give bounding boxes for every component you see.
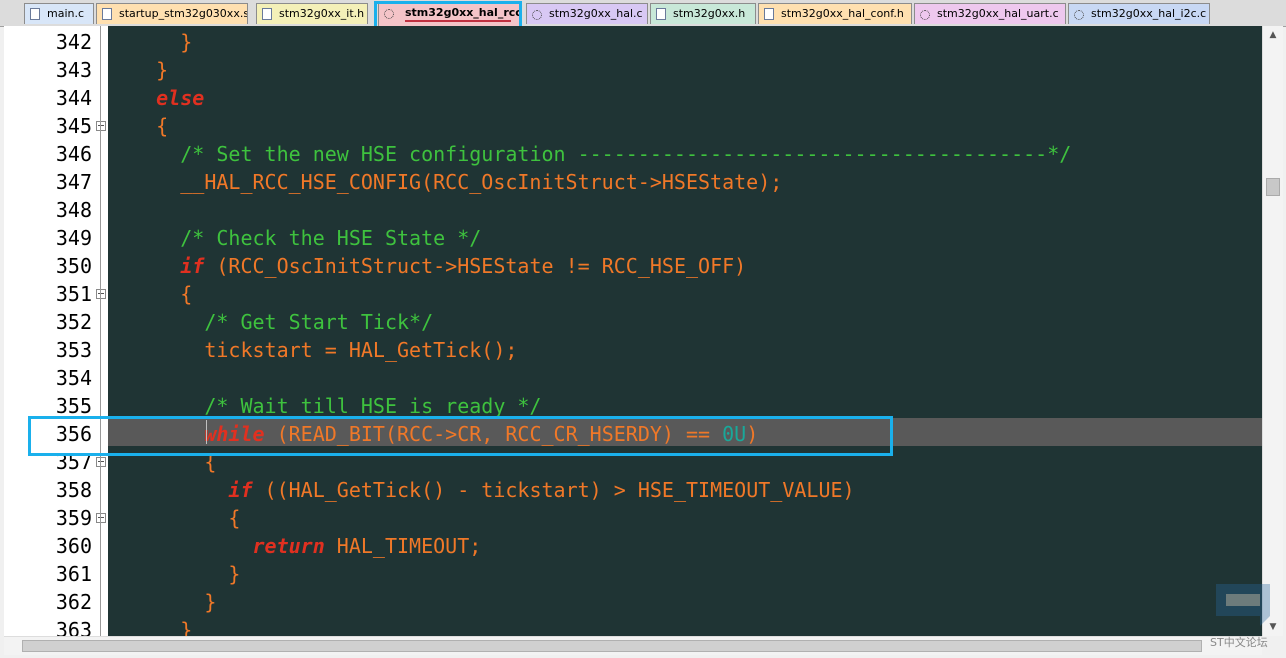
fold-toggle-icon[interactable] [96,457,106,467]
vertical-scroll-thumb[interactable] [1266,178,1280,196]
code-line[interactable]: /* Set the new HSE configuration -------… [108,140,1071,168]
comment: /* Wait till HSE is ready */ [204,394,542,418]
tab-stm32g0xx-it-h[interactable]: stm32g0xx_it.h [256,3,368,24]
file-icon [102,8,112,20]
line-number: 344 [55,86,92,110]
horizontal-scroll-thumb[interactable] [22,640,1202,652]
code-line[interactable]: /* Check the HSE State */ [108,224,481,252]
keyword: if [228,478,253,502]
line-number: 343 [55,58,92,82]
watermark-text: ST中文论坛 [1210,636,1268,649]
line-number: 360 [55,534,92,558]
tab-stm32g0xx-hal-uart-c[interactable]: stm32g0xx_hal_uart.c [914,3,1066,24]
tab-label: stm32g0xx_hal_i2c.c [1091,7,1207,20]
tab-stm32g0xx-hal-c[interactable]: stm32g0xx_hal.c [526,3,648,24]
tab-label: stm32g0xx_hal.c [549,7,643,20]
tab-label: stm32g0xx.h [673,7,746,20]
tab-label: stm32g0xx_it.h [279,7,365,20]
line-number: 352 [55,310,92,334]
tab-label: main.c [47,7,85,20]
keyword: return [252,534,325,558]
line-number: 346 [55,142,92,166]
line-number-gutter: 342 343 344 345 346 347 348 349 350 351 352 353 354 3… [4,26,108,636]
watermark-logo-icon [1216,584,1270,626]
fold-toggle-icon[interactable] [96,513,106,523]
fold-toggle-icon[interactable] [96,121,106,131]
line-number: 363 [55,618,92,636]
modified-file-icon [920,10,930,20]
line-number: 354 [55,366,92,390]
line-number: 350 [55,254,92,278]
line-number: 359 [55,506,92,530]
tab-main-c[interactable]: main.c [24,3,94,24]
file-icon [262,8,272,20]
code-line[interactable]: tickstart = HAL_GetTick(); [108,336,517,364]
line-number: 345 [55,114,92,138]
code-line[interactable]: if (RCC_OscInitStruct->HSEState != RCC_H… [108,252,746,280]
line-number: 361 [55,562,92,586]
current-line-highlight-box [28,416,893,456]
line-number: 353 [55,338,92,362]
keyword: if [180,254,205,278]
tab-stm32g0xx-hal-conf-h[interactable]: stm32g0xx_hal_conf.h [758,3,912,24]
comment: /* Set the new HSE configuration -------… [180,142,1072,166]
code-line[interactable]: else [108,84,204,112]
line-number: 358 [55,478,92,502]
code-line[interactable]: { [108,280,192,308]
code-line[interactable]: } [108,616,192,636]
keyword: else [156,86,205,110]
line-number: 348 [55,198,92,222]
tab-label: stm32g0xx_hal_conf.h [781,7,904,20]
tab-label: stm32g0xx_hal_uart.c [937,7,1059,20]
code-editor[interactable]: 342 343 344 345 346 347 348 349 350 351 352 353 354 3… [4,26,1262,636]
fold-guide-line [100,26,101,636]
file-icon [764,8,774,20]
line-number: 349 [55,226,92,250]
comment: /* Check the HSE State */ [180,226,482,250]
code-line[interactable]: /* Get Start Tick*/ [108,308,433,336]
code-line[interactable]: __HAL_RCC_HSE_CONFIG(RCC_OscInitStruct->… [108,168,782,196]
line-number: 342 [55,30,92,54]
tab-stm32g0xx-h[interactable]: stm32g0xx.h [650,3,756,24]
file-icon [30,8,40,20]
tab-startup-stm32g030xx-s[interactable]: startup_stm32g030xx.s [96,3,248,24]
comment: /* Get Start Tick*/ [204,310,434,334]
tab-bar: main.c startup_stm32g030xx.s stm32g0xx_it.… [0,0,1286,27]
code-line[interactable]: } [108,28,192,56]
code-line[interactable]: { [108,504,240,532]
code-line[interactable]: { [108,112,168,140]
modified-file-icon [1074,10,1084,20]
modified-file-icon [532,10,542,20]
code-line[interactable]: if ((HAL_GetTick() - tickstart) > HSE_TI… [108,476,854,504]
tab-label: startup_stm32g030xx.s [119,7,248,20]
line-number: 351 [55,282,92,306]
code-line[interactable]: } [108,56,168,84]
tab-stm32g0xx-hal-i2c-c[interactable]: stm32g0xx_hal_i2c.c [1068,3,1210,24]
line-number: 347 [55,170,92,194]
horizontal-scrollbar[interactable] [4,636,1262,655]
code-line[interactable]: return HAL_TIMEOUT; [108,532,482,560]
scroll-up-arrow-icon[interactable]: ▲ [1263,26,1283,44]
vertical-scrollbar[interactable]: ▲ ▼ [1262,26,1283,636]
code-line[interactable]: } [108,560,240,588]
code-line[interactable]: } [108,588,216,616]
fold-toggle-icon[interactable] [96,289,106,299]
file-icon [656,8,666,20]
line-number: 362 [55,590,92,614]
